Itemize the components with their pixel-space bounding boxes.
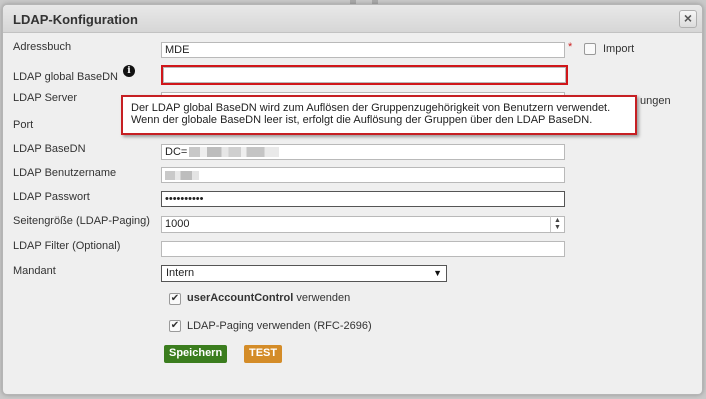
mandant-label: Mandant [13,265,56,277]
server-option-label: ungen [640,95,671,107]
uac-checkbox[interactable]: ✔ [169,293,181,305]
save-button[interactable]: Speichern [164,345,228,363]
port-label: Port [13,119,34,131]
import-label: Import [603,43,635,55]
number-stepper[interactable]: ▲ ▼ [550,216,564,232]
dialog-titlebar[interactable]: LDAP-Konfiguration × [3,5,702,33]
adressbuch-input[interactable]: MDE [161,42,565,58]
tooltip-line-1: Der LDAP global BaseDN wird zum Auflösen… [131,102,611,114]
redacted-value [189,147,280,158]
uac-label-bold: userAccountControl [187,292,294,304]
basedn-value: DC= [165,146,188,158]
dropdown-arrow-icon: ▼ [433,268,442,278]
mandant-select[interactable]: Intern ▼ [161,265,447,282]
close-button[interactable]: × [679,10,697,28]
info-tooltip: Der LDAP global BaseDN wird zum Auflösen… [121,95,637,135]
paging-label: LDAP-Paging verwenden (RFC-2696) [187,320,372,332]
passwort-input[interactable]: •••••••••• [161,191,565,207]
paging-checkbox[interactable]: ✔ [169,320,181,332]
uac-label-rest: verwenden [293,292,351,304]
ldap-server-label: LDAP Server [13,92,77,104]
passwort-label: LDAP Passwort [13,191,90,203]
info-icon[interactable]: i [123,65,135,77]
dialog-title: LDAP-Konfiguration [13,12,138,27]
seitengroesse-label: Seitengröße (LDAP-Paging) [13,215,150,227]
global-basedn-input[interactable] [161,65,568,85]
filter-label: LDAP Filter (Optional) [13,240,121,252]
redacted-value [165,170,199,180]
mandant-selected-value: Intern [166,267,195,279]
tooltip-line-2: Wenn der globale BaseDN leer ist, erfolg… [131,114,593,126]
import-checkbox[interactable] [584,43,596,55]
basedn-input[interactable]: DC= [161,144,565,160]
test-button[interactable]: TEST [244,345,283,363]
benutzername-input[interactable] [161,167,565,183]
basedn-label: LDAP BaseDN [13,143,86,155]
uac-label: userAccountControl verwenden [187,292,350,304]
required-marker: * [568,41,573,53]
global-basedn-label: LDAP global BaseDN [13,71,118,83]
adressbuch-label: Adressbuch [13,41,72,53]
seitengroesse-input[interactable]: 1000 [161,216,565,233]
filter-input[interactable] [161,241,565,257]
benutzername-label: LDAP Benutzername [13,167,117,179]
